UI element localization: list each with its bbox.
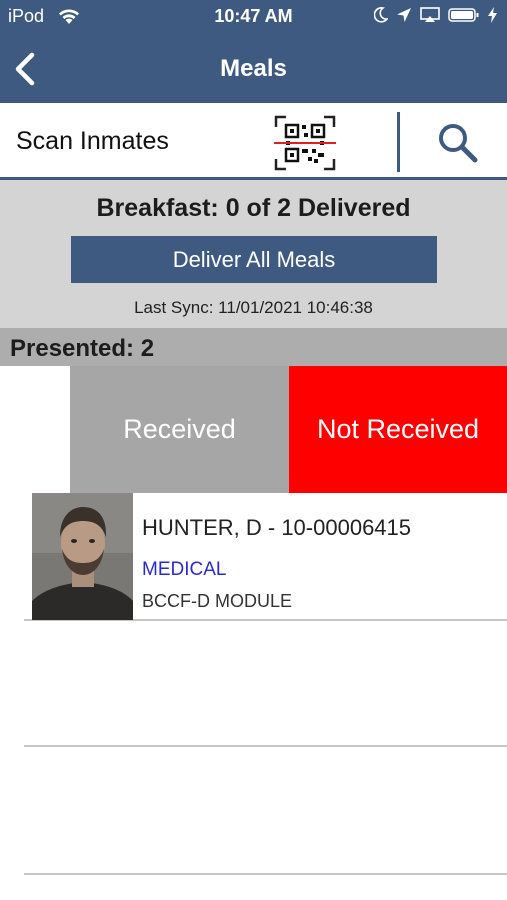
- location-arrow-icon: [396, 7, 412, 28]
- not-received-button[interactable]: Not Received: [289, 366, 507, 493]
- last-sync-label: Last Sync: 11/01/2021 10:46:38: [134, 298, 373, 317]
- airplay-icon: [420, 7, 440, 28]
- empty-list-row: [24, 621, 507, 747]
- qr-scan-button[interactable]: [272, 113, 338, 173]
- search-button[interactable]: [436, 121, 480, 165]
- inmate-location: BCCF-D MODULE: [142, 591, 293, 611]
- presented-count-label: Presented: 2: [10, 335, 155, 362]
- status-bar: iPod 10:47 AM: [0, 0, 507, 35]
- toolbar-divider: [397, 112, 400, 172]
- inmate-photo: [32, 493, 133, 620]
- swipe-actions: Received Not Received: [70, 366, 507, 493]
- moon-icon: [373, 7, 389, 28]
- deliver-all-meals-button[interactable]: Deliver All Meals: [71, 236, 437, 283]
- inmate-list-item[interactable]: HUNTER, D - 10-00006415 MEDICAL BCCF-D M…: [24, 493, 507, 621]
- search-icon: [439, 124, 478, 163]
- navigation-bar: Meals: [0, 35, 507, 103]
- page-title: Meals: [220, 55, 287, 82]
- battery-icon: [448, 7, 480, 28]
- meal-summary-panel: Breakfast: 0 of 2 Delivered Deliver All …: [0, 180, 507, 328]
- empty-list-row: [24, 749, 507, 875]
- qr-scan-icon: [274, 115, 336, 171]
- meal-delivery-status: Breakfast: 0 of 2 Delivered: [96, 194, 411, 222]
- scan-inmates-label: Scan Inmates: [16, 127, 169, 155]
- scan-toolbar: Scan Inmates: [0, 103, 507, 180]
- charging-bolt-icon: [488, 7, 497, 28]
- received-button[interactable]: Received: [70, 366, 289, 493]
- inmate-name: HUNTER, D - 10-00006415: [142, 515, 412, 540]
- status-right-icons: [373, 7, 497, 28]
- section-header: Presented: 2: [0, 328, 507, 366]
- inmate-diet: MEDICAL: [142, 559, 227, 580]
